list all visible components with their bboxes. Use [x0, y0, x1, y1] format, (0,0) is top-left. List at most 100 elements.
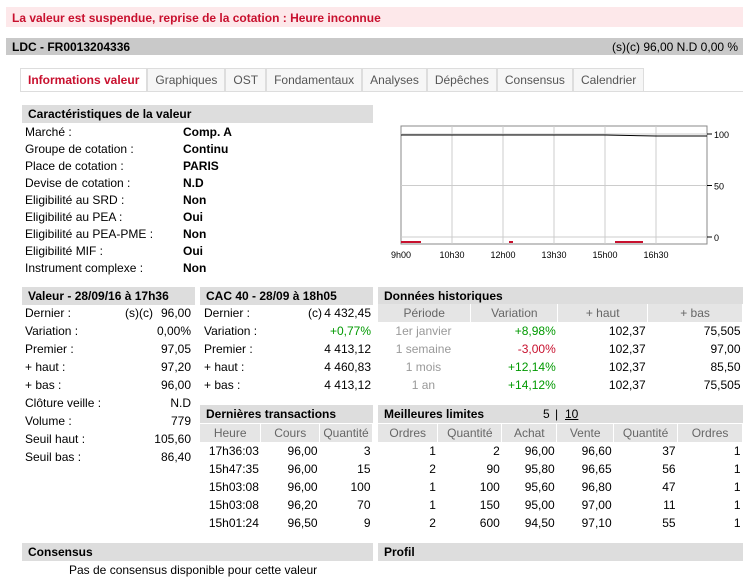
- tab-consensus[interactable]: Consensus: [496, 68, 573, 92]
- trans-cell: 15: [357, 462, 371, 476]
- trans-cell: 96,50: [287, 516, 318, 530]
- limites-cell: 94,50: [524, 516, 555, 530]
- trans-cell: 96,20: [287, 498, 318, 512]
- histo-col-haut: + haut: [557, 304, 649, 322]
- limites-cell: 90: [486, 462, 500, 476]
- caract-label: Groupe de cotation :: [25, 142, 134, 156]
- stock-quote: (s)(c) 96,00 N.D 0,00 %: [612, 40, 739, 54]
- caract-row: Eligibilité au PEA-PME : Non: [25, 227, 375, 244]
- valeur-list: Dernier : (s)(c) 96,00 Variation : 0,00% Prem…: [25, 306, 193, 476]
- limites-row: 2 600 94,50 97,10 55 1: [378, 514, 743, 532]
- trans-cell: 96,00: [287, 462, 318, 476]
- histo-cell: 85,50: [710, 360, 741, 374]
- limites-cell: 1: [733, 462, 741, 476]
- histo-cell: 97,00: [710, 342, 741, 356]
- caract-row: Eligibilité MIF : Oui: [25, 244, 375, 261]
- trans-table: Heure Cours Quantité 17h36:03 96,00 3 15h47…: [200, 424, 373, 532]
- trans-row: 15h03:08 96,00 100: [200, 478, 373, 496]
- cac-value: 4 432,45: [324, 306, 371, 320]
- valeur-value: 97,20: [160, 360, 191, 374]
- limites-section-title: Meilleures limites 5 | 10: [378, 405, 743, 423]
- chart-ytick-label: 50: [714, 182, 724, 192]
- tab-depeches[interactable]: Dépêches: [426, 68, 497, 92]
- tab-divider: [20, 91, 743, 92]
- valeur-row: + bas : 96,00: [25, 378, 191, 395]
- trans-row: 15h01:24 96,50 9: [200, 514, 373, 532]
- valeur-label: Seuil bas :: [25, 450, 82, 464]
- limites-cell: 97,00: [581, 498, 612, 512]
- caract-label: Marché :: [25, 125, 72, 139]
- caract-row: Marché : Comp. A: [25, 125, 375, 142]
- valeur-section-title: Valeur - 28/09/16 à 17h36: [22, 287, 195, 305]
- cac-row: + bas : 4 413,12: [204, 378, 371, 395]
- caract-label: Instrument complexe :: [25, 261, 144, 275]
- caract-label: Eligibilité au PEA-PME :: [25, 227, 154, 241]
- caract-label: Eligibilité MIF :: [25, 244, 104, 258]
- trans-col-quantite: Quantité: [319, 424, 373, 442]
- cac-flag: (c): [308, 306, 322, 320]
- limites-col-quantite-achat: Quantité: [437, 424, 503, 442]
- histo-cell: +14,12%: [508, 378, 556, 392]
- cac-list: Dernier : (c) 4 432,45 Variation : +0,77% Pre…: [204, 306, 371, 396]
- histo-row: 1 semaine -3,00% 102,37 97,00: [378, 340, 743, 358]
- caract-list: Marché : Comp. A Groupe de cotation : Conti…: [25, 125, 375, 275]
- limites-depth-5[interactable]: 5: [543, 407, 550, 421]
- cac-label: Dernier :: [204, 306, 251, 320]
- caract-value: Non: [183, 227, 207, 241]
- trans-cell: 15h47:35: [208, 462, 259, 476]
- limites-col-ordres-vente: Ordres: [677, 424, 743, 442]
- trans-row: 15h47:35 96,00 15: [200, 460, 373, 478]
- trans-cell: 70: [357, 498, 371, 512]
- valeur-label: Variation :: [25, 324, 79, 338]
- limites-cell: 11: [663, 498, 676, 512]
- histo-cell: -3,00%: [517, 342, 556, 356]
- histo-cell: 102,37: [608, 342, 646, 356]
- limites-separator: |: [555, 407, 559, 421]
- tab-informations-valeur[interactable]: Informations valeur: [20, 68, 148, 92]
- caract-row: Devise de cotation : N.D: [25, 176, 375, 193]
- valeur-row: + haut : 97,20: [25, 360, 191, 377]
- histo-row: 1er janvier +8,98% 102,37 75,505: [378, 322, 743, 340]
- chart-xtick-label: 13h30: [541, 250, 566, 260]
- caract-value: Continu: [183, 142, 229, 156]
- limites-cell: 56: [662, 462, 676, 476]
- tab-calendrier[interactable]: Calendrier: [572, 68, 645, 92]
- chart-xtick-label: 12h00: [490, 250, 515, 260]
- limites-cell: 1: [733, 498, 741, 512]
- caract-value: N.D: [183, 176, 204, 190]
- valeur-label: Dernier :: [25, 306, 72, 320]
- tab-fondamentaux[interactable]: Fondamentaux: [266, 68, 363, 92]
- valeur-row: Variation : 0,00%: [25, 324, 191, 341]
- valeur-value: 105,60: [154, 432, 191, 446]
- limites-cell: 95,80: [524, 462, 555, 476]
- chart-xtick-label: 9h00: [391, 250, 411, 260]
- valeur-row: Dernier : (s)(c) 96,00: [25, 306, 191, 323]
- profil-section-title: Profil: [378, 543, 743, 561]
- histo-row: 1 an +14,12% 102,37 75,505: [378, 376, 743, 394]
- consensus-text: Pas de consensus disponible pour cette v…: [69, 563, 318, 577]
- caract-label: Eligibilité au SRD :: [25, 193, 125, 207]
- limites-cell: 96,60: [581, 444, 612, 458]
- limites-depth-10[interactable]: 10: [565, 407, 578, 421]
- limites-cell: 100: [479, 480, 500, 494]
- limites-cell: 97,10: [581, 516, 612, 530]
- valeur-value: 97,05: [160, 342, 191, 356]
- cac-section-title: CAC 40 - 28/09 à 18h05: [200, 287, 373, 305]
- histo-cell: +12,14%: [508, 360, 556, 374]
- histo-section-title: Données historiques: [378, 287, 743, 305]
- limites-table: Ordres Quantité Achat Vente Quantité Ord…: [378, 424, 743, 532]
- limites-cell: 55: [662, 516, 676, 530]
- tab-analyses[interactable]: Analyses: [362, 68, 427, 92]
- valeur-value: 86,40: [160, 450, 191, 464]
- limites-cell: 600: [479, 516, 500, 530]
- valeur-row: Seuil haut : 105,60: [25, 432, 191, 449]
- limites-cell: 1: [733, 516, 741, 530]
- cac-label: Premier :: [204, 342, 253, 356]
- limites-cell: 1: [733, 480, 741, 494]
- tab-ost[interactable]: OST: [225, 68, 267, 92]
- trans-col-heure: Heure: [200, 424, 262, 442]
- limites-cell: 96,00: [524, 444, 555, 458]
- caract-row: Eligibilité au PEA : Oui: [25, 210, 375, 227]
- tab-graphiques[interactable]: Graphiques: [147, 68, 226, 92]
- valeur-label: Volume :: [25, 414, 72, 428]
